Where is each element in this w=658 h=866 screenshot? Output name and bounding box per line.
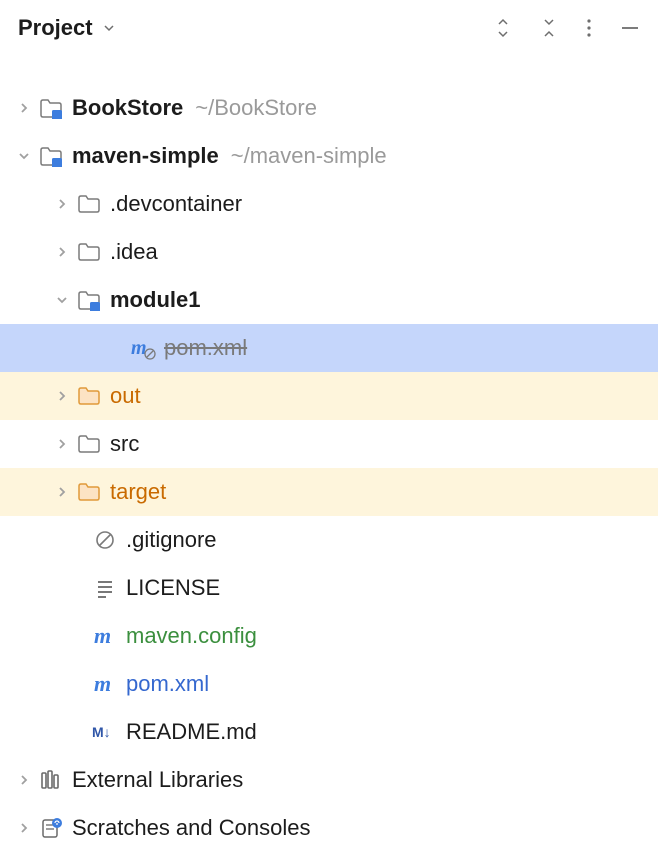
header-actions [494, 17, 640, 39]
tree-item-devcontainer[interactable]: .devcontainer [0, 180, 658, 228]
tree-item-module1-pom[interactable]: m pom.xml [0, 324, 658, 372]
chevron-right-icon[interactable] [56, 198, 76, 210]
chevron-right-icon[interactable] [56, 438, 76, 450]
more-icon[interactable] [586, 18, 592, 38]
tree-label: .idea [110, 239, 158, 265]
svg-text:m: m [94, 673, 111, 695]
tree-item-readme[interactable]: M↓ README.md [0, 708, 658, 756]
ignore-file-icon [92, 529, 118, 551]
chevron-down-icon[interactable] [18, 150, 38, 162]
maven-icon: m [92, 673, 118, 695]
tree-label: out [110, 383, 141, 409]
tree-path: ~/maven-simple [231, 143, 387, 169]
tree-item-maven-config[interactable]: m maven.config [0, 612, 658, 660]
chevron-down-icon[interactable] [56, 294, 76, 306]
tree-item-gitignore[interactable]: .gitignore [0, 516, 658, 564]
tree-label: src [110, 431, 139, 457]
tree-label: .devcontainer [110, 191, 242, 217]
folder-icon [76, 242, 102, 262]
collapse-all-icon[interactable] [540, 17, 558, 39]
tree-item-license[interactable]: LICENSE [0, 564, 658, 612]
chevron-right-icon[interactable] [56, 390, 76, 402]
folder-icon [76, 434, 102, 454]
tree-item-scratches[interactable]: Scratches and Consoles [0, 804, 658, 852]
maven-ignored-icon: m [130, 336, 156, 360]
markdown-icon: M↓ [92, 723, 118, 741]
tree-label: .gitignore [126, 527, 217, 553]
tree-label: pom.xml [126, 671, 209, 697]
tree-item-idea[interactable]: .idea [0, 228, 658, 276]
tree-label: External Libraries [72, 767, 243, 793]
tree-label: BookStore [72, 95, 183, 121]
tree-item-module1[interactable]: module1 [0, 276, 658, 324]
tree-label: maven.config [126, 623, 257, 649]
tree-item-pom[interactable]: m pom.xml [0, 660, 658, 708]
scratches-icon [38, 817, 64, 839]
tree-label: LICENSE [126, 575, 220, 601]
tree-item-src[interactable]: src [0, 420, 658, 468]
tree-label: README.md [126, 719, 257, 745]
libraries-icon [38, 769, 64, 791]
module-folder-icon [76, 289, 102, 311]
chevron-right-icon[interactable] [18, 822, 38, 834]
tree-item-maven-simple[interactable]: maven-simple ~/maven-simple [0, 132, 658, 180]
tree-item-out[interactable]: out [0, 372, 658, 420]
svg-text:m: m [131, 337, 147, 359]
project-title-group[interactable]: Project [18, 15, 117, 41]
module-folder-icon [38, 145, 64, 167]
chevron-right-icon[interactable] [56, 486, 76, 498]
minimize-icon[interactable] [620, 18, 640, 38]
tree-item-external-libraries[interactable]: External Libraries [0, 756, 658, 804]
chevron-right-icon[interactable] [18, 774, 38, 786]
project-title: Project [18, 15, 93, 41]
text-file-icon [92, 577, 118, 599]
expand-collapse-icon[interactable] [494, 17, 512, 39]
project-header: Project [0, 0, 658, 56]
svg-text:M↓: M↓ [92, 724, 111, 740]
tree-item-bookstore[interactable]: BookStore ~/BookStore [0, 84, 658, 132]
tree-label: Scratches and Consoles [72, 815, 310, 841]
excluded-folder-icon [76, 386, 102, 406]
tree-label: target [110, 479, 166, 505]
module-folder-icon [38, 97, 64, 119]
excluded-folder-icon [76, 482, 102, 502]
tree-label: maven-simple [72, 143, 219, 169]
tree-path: ~/BookStore [195, 95, 317, 121]
chevron-down-icon [101, 20, 117, 36]
project-tree: BookStore ~/BookStore maven-simple ~/mav… [0, 56, 658, 852]
maven-icon: m [92, 625, 118, 647]
chevron-right-icon[interactable] [18, 102, 38, 114]
svg-text:m: m [94, 625, 111, 647]
tree-label: pom.xml [164, 335, 247, 361]
chevron-right-icon[interactable] [56, 246, 76, 258]
tree-item-target[interactable]: target [0, 468, 658, 516]
folder-icon [76, 194, 102, 214]
tree-label: module1 [110, 287, 200, 313]
